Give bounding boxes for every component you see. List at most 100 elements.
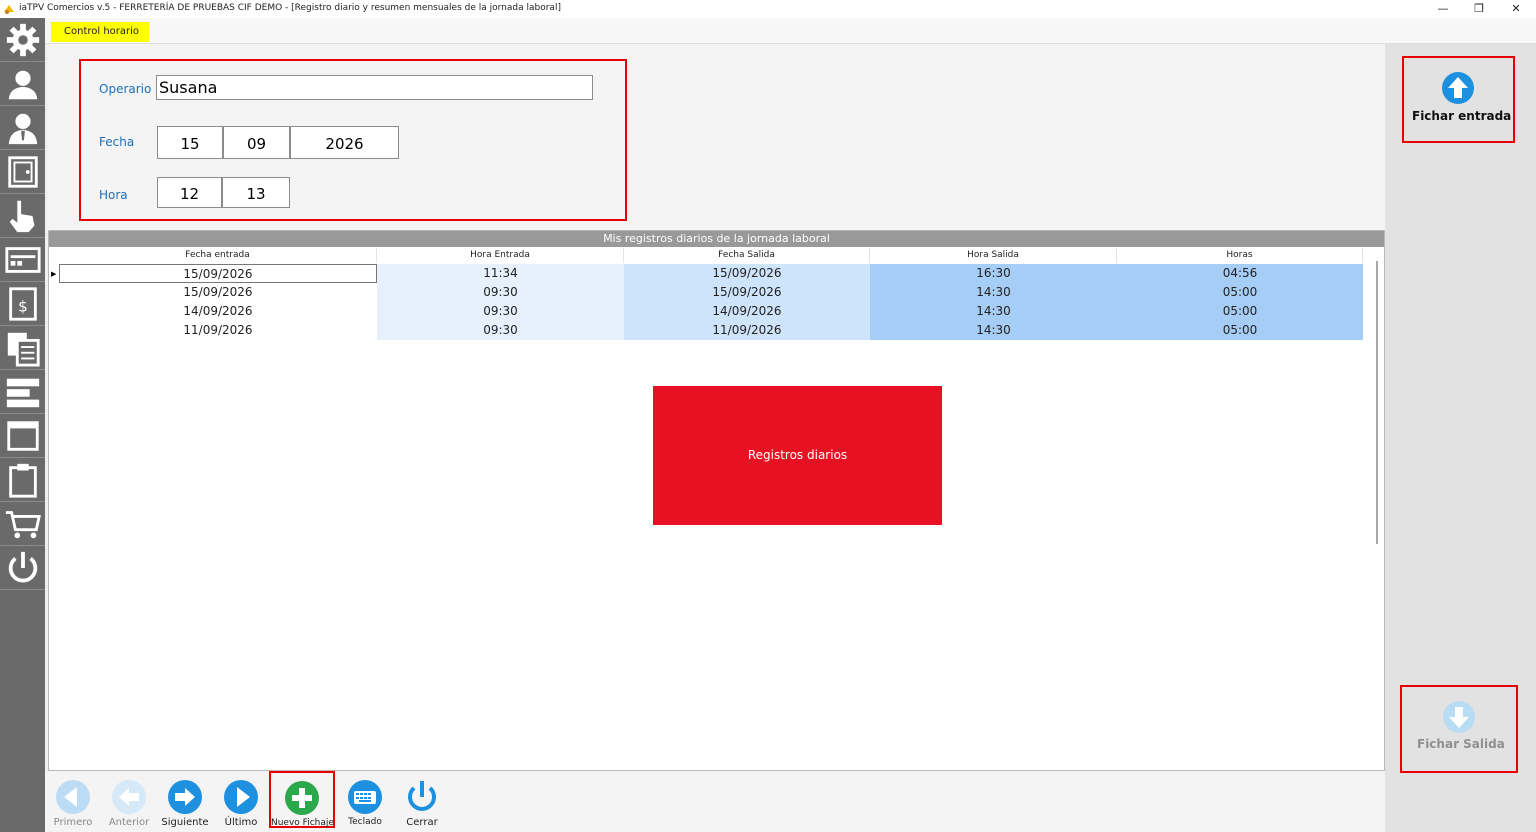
column-header-horas[interactable]: Horas [1117,248,1363,263]
fecha-month-field[interactable]: 09 [223,126,290,159]
sidebar-item-customers[interactable] [0,62,45,106]
keyboard-button[interactable]: Teclado [337,779,393,831]
table-cell[interactable]: 05:00 [1117,283,1363,302]
sidebar-item-touch[interactable] [0,194,45,238]
sidebar-item-documents[interactable] [0,326,45,370]
new-record-label: Nuevo Fichaje [271,818,334,828]
operario-field[interactable]: Susana [156,75,593,100]
tab-control-horario[interactable]: Control horario [51,22,149,42]
registros-diarios-panel[interactable]: Registros diarios [653,386,942,525]
sidebar-item-clipboard[interactable] [0,458,45,502]
sidebar-item-safe[interactable] [0,150,45,194]
cart-icon [5,510,41,538]
safe-icon [7,155,38,188]
power-icon [408,781,436,811]
close-form-label: Cerrar [406,817,438,828]
app-icon [4,5,14,14]
table-cell[interactable]: 14:30 [870,321,1117,340]
arrow-last-icon [224,780,258,814]
previous-record-label: Anterior [108,817,150,828]
customer-icon [8,70,37,99]
arrow-down-icon [1443,701,1475,733]
hora-label: Hora [99,188,128,202]
table-cell[interactable]: 16:30 [870,264,1117,283]
hand-pointer-icon [9,200,34,232]
sidebar: $ [0,18,45,832]
table-cell[interactable]: 15/09/2026 [624,264,870,283]
keyboard-label: Teclado [348,817,382,827]
table-cell[interactable]: 14:30 [870,283,1117,302]
previous-record-button[interactable]: Anterior [101,779,157,831]
table-cell[interactable]: 09:30 [377,302,624,321]
column-header-hora-salida[interactable]: Hora Salida [870,248,1117,263]
fichar-salida-button[interactable]: Fichar Salida [1400,685,1518,773]
close-button[interactable]: ✕ [1501,1,1531,17]
bottom-toolbar: Primero Anterior Siguiente Último Nuevo … [45,771,1385,832]
employee-icon [8,113,37,144]
sidebar-item-employees[interactable] [0,106,45,150]
hora-minutes-field[interactable]: 13 [222,177,290,208]
documents-icon [7,332,40,367]
fichar-entrada-button[interactable]: Fichar entrada [1402,56,1515,143]
current-row-indicator: ▶ [51,270,57,278]
plus-icon [285,781,319,815]
window-title: iaTPV Comercios v.5 - FERRETERÍA DE PRUE… [19,3,561,13]
arrow-left-icon [112,780,146,814]
last-record-button[interactable]: Último [213,779,269,831]
first-record-label: Primero [53,817,93,828]
price-document-icon: $ [8,286,37,321]
pos-terminal-icon [4,246,41,273]
sidebar-item-window[interactable] [0,414,45,458]
table-cell[interactable]: 14:30 [870,302,1117,321]
fecha-day-field[interactable]: 15 [157,126,223,159]
table-cell[interactable]: 11/09/2026 [624,321,870,340]
sidebar-item-cart[interactable] [0,502,45,546]
title-bar: iaTPV Comercios v.5 - FERRETERÍA DE PRUE… [0,0,1536,18]
next-record-button[interactable]: Siguiente [157,779,213,831]
last-record-label: Último [224,817,258,828]
sidebar-item-prices[interactable]: $ [0,282,45,326]
next-record-label: Siguiente [161,817,209,828]
gear-icon [6,23,39,56]
table-cell[interactable]: 15/09/2026 [59,283,377,302]
fichar-entrada-label: Fichar entrada [1412,109,1512,123]
grid-scrollbar[interactable] [1376,261,1378,544]
arrow-up-icon [1442,72,1474,104]
fecha-year-field[interactable]: 2026 [290,126,399,159]
column-header-hora-entrada[interactable]: Hora Entrada [377,248,624,263]
keyboard-icon [348,780,382,814]
close-form-button[interactable]: Cerrar [394,779,450,831]
table-cell[interactable]: 04:56 [1117,264,1363,283]
fichar-salida-label: Fichar Salida [1417,737,1505,751]
hora-hours-field[interactable]: 12 [157,177,222,208]
table-cell[interactable]: 11/09/2026 [59,321,377,340]
table-cell[interactable]: 05:00 [1117,321,1363,340]
minimize-button[interactable]: — [1428,1,1458,17]
table-cell[interactable]: 05:00 [1117,302,1363,321]
sidebar-item-pos[interactable] [0,238,45,282]
arrow-first-icon [56,780,90,814]
table-cell[interactable]: 09:30 [377,283,624,302]
window-icon [6,420,39,451]
operario-label: Operario [99,82,152,96]
column-header-fecha-salida[interactable]: Fecha Salida [624,248,870,263]
sidebar-item-add[interactable] [0,370,45,414]
new-record-button[interactable]: Nuevo Fichaje [269,771,335,828]
svg-text:$: $ [18,297,28,315]
table-cell[interactable]: 09:30 [377,321,624,340]
table-cell[interactable]: 14/09/2026 [624,302,870,321]
table-cell[interactable]: 11:34 [377,264,624,283]
first-record-button[interactable]: Primero [45,779,101,831]
fecha-label: Fecha [99,135,135,149]
column-header-fecha-entrada[interactable]: Fecha entrada [59,248,377,263]
restore-button[interactable]: ❐ [1464,1,1494,17]
grid-title: Mis registros diarios de la jornada labo… [49,231,1384,247]
sidebar-item-settings[interactable] [0,18,45,62]
table-cell[interactable]: 14/09/2026 [59,302,377,321]
table-cell[interactable]: 15/09/2026 [59,264,377,283]
clipboard-icon [8,463,37,498]
tab-strip: Control horario [45,18,1536,44]
table-cell[interactable]: 15/09/2026 [624,283,870,302]
sidebar-item-power[interactable] [0,546,45,590]
arrow-right-icon [168,780,202,814]
